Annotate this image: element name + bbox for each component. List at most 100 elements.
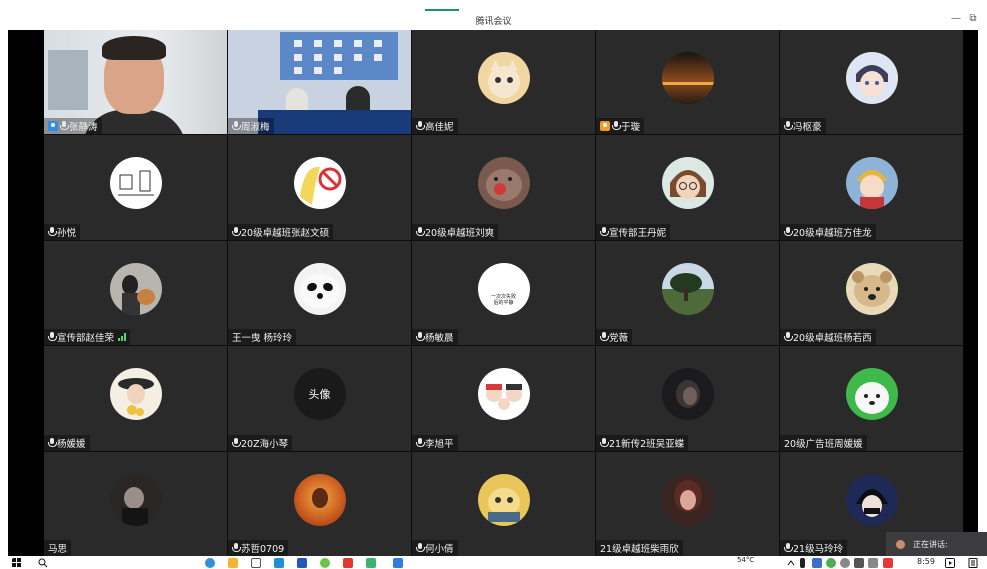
participant-name: 杨敏晨 [425,333,454,345]
anime-boy-avatar [845,52,898,105]
mic-icon [232,543,241,553]
participant-tile[interactable]: 冯枢豪 [780,30,963,135]
mic-icon [612,121,621,131]
name-bar: 于璇 [596,118,645,135]
app2-icon[interactable] [366,558,376,568]
wechat-icon[interactable] [320,558,330,568]
left-gutter [8,30,44,556]
participant-tile[interactable]: 张静涛 [44,30,227,135]
participant-tile[interactable]: 党薇 [596,240,779,346]
name-bar: 苏哲0709 [228,540,289,556]
tray-app-icon[interactable] [812,558,822,568]
participant-tile[interactable]: 马思 [44,451,227,556]
participant-tile[interactable]: 宣传部王丹妮 [596,135,779,240]
name-bar: 王一曳 杨玲玲 [228,329,297,346]
participant-tile[interactable]: 20级卓越班刘爽 [412,135,595,240]
participant-name: 何小倩 [425,544,454,555]
participant-tile[interactable]: 李旭平 [412,346,595,451]
participant-tile[interactable]: 高佳妮 [412,30,595,135]
participant-tile[interactable]: 杨媛媛 [44,346,227,451]
tencent-meeting-icon[interactable] [393,558,403,568]
name-bar: 周淑梅 [228,118,274,135]
name-bar: 高佳妮 [412,118,458,135]
name-bar: 何小倩 [412,540,458,556]
participant-name: 马思 [48,544,68,555]
cartoon-girl-avatar [293,157,346,210]
family-cartoon-avatar [477,368,530,421]
mic-icon [784,543,793,553]
search-icon[interactable] [38,558,48,568]
chevron-up-icon[interactable] [786,558,796,568]
participant-tile[interactable]: 孙悦 [44,135,227,240]
orange-art-avatar [293,473,346,526]
name-bar: 马思 [44,540,72,556]
participant-tile[interactable]: 苏哲0709 [228,451,411,556]
file-explorer-icon[interactable] [228,558,238,568]
name-bar: 21级马玲玲 [780,540,848,556]
participant-tile[interactable]: 21新传2班吴亚蝶 [596,346,779,451]
flower-hat-avatar [109,368,162,421]
restore-button[interactable]: ⧉ [966,13,980,24]
participant-tile[interactable]: 头像 20Z海小琴 [228,346,411,451]
participant-name: 20Z海小琴 [241,438,289,450]
participant-tile[interactable]: 20级广告班周媛媛 [780,346,963,451]
name-bar: 冯枢豪 [780,118,826,135]
name-bar: 李旭平 [412,434,458,451]
language-icon[interactable] [868,558,878,568]
participant-tile[interactable]: 于璇 [596,30,779,135]
tray-app2-icon[interactable] [826,558,836,568]
participant-name: 21新传2班吴亚蝶 [609,438,685,450]
pdf-icon[interactable] [343,558,353,568]
edge-icon[interactable] [205,558,215,568]
participant-name: 宣传部王丹妮 [609,227,667,239]
participant-tile[interactable]: 宣传部赵佳荣 [44,240,227,346]
name-bar: 党薇 [596,329,633,346]
mic-icon [60,121,69,131]
mic-icon [416,543,425,553]
text-avatar-label: 头像 [308,388,331,402]
participant-name: 周淑梅 [241,122,270,134]
participant-tile[interactable]: 何小倩 [412,451,595,556]
name-bar: 20级广告班周媛媛 [780,434,867,451]
wifi-icon[interactable] [840,558,850,568]
participant-tile[interactable]: 20级卓越班张赵文硕 [228,135,411,240]
mic-icon [784,332,793,342]
windows-start-icon[interactable] [12,558,22,568]
background-screen [48,50,88,110]
participant-tile[interactable]: 周淑梅 [228,30,411,135]
weather-readout: 54°C [737,556,755,564]
volume-icon[interactable] [854,558,864,568]
speaking-indicator[interactable]: 正在讲话: [886,532,987,556]
mic-icon [600,332,609,342]
word-icon[interactable] [297,558,307,568]
cartoon-blond-avatar [845,157,898,210]
name-bar: 20Z海小琴 [228,434,293,451]
participant-name: 王一曳 杨玲玲 [232,333,293,345]
participant-tile[interactable]: 一次次失败 后的平静 杨敏晨 [412,240,595,346]
participant-tile[interactable]: 王一曳 杨玲玲 [228,240,411,346]
mic-icon [48,226,57,237]
participant-tile[interactable]: 20级卓越班方佳龙 [780,135,963,240]
store-icon[interactable] [251,558,261,568]
action-center-icon[interactable] [945,558,955,568]
participant-name: 冯枢豪 [793,122,822,134]
mic-icon [416,226,425,237]
clock[interactable]: 8:59 [917,557,935,566]
signal-strength-icon [118,333,127,342]
title-bar: 腾讯会议 — ⧉ [0,0,987,30]
participant-tile[interactable]: 20级卓越班杨若西 [780,240,963,346]
notification-app-icon[interactable] [883,558,893,568]
mic-icon [48,437,57,448]
anime-dark-avatar [845,473,898,526]
participant-grid: 张静涛 周淑梅 高佳妮 于璇 冯枢豪 孙悦 20级卓越班张赵文硕 20级卓越班刘… [44,30,963,556]
app-icon[interactable] [274,558,284,568]
minimize-button[interactable]: — [949,13,963,24]
participant-tile[interactable]: 21级卓越班柴雨欣 [596,451,779,556]
participant-name: 高佳妮 [425,122,454,134]
notes-icon[interactable] [968,558,978,568]
bw-portrait-avatar [109,473,162,526]
name-bar: 21级卓越班柴雨欣 [596,540,683,556]
tree-avatar [661,262,714,315]
dog-avatar [845,262,898,315]
guest-badge-icon [600,121,610,132]
